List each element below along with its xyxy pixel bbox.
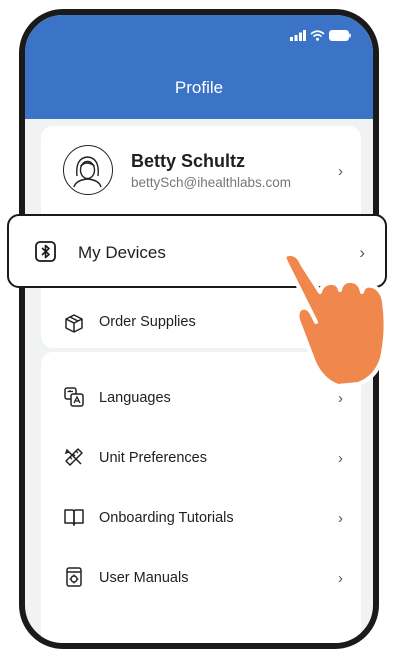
bluetooth-icon (35, 241, 56, 262)
menu-item-label: My Devices (78, 243, 166, 262)
pointing-hand-icon (282, 252, 388, 388)
menu-item-label: Languages (99, 390, 171, 406)
battery-icon (329, 30, 351, 41)
translate-icon (64, 387, 84, 407)
menu-item-unit-preferences[interactable]: Unit Preferences › (41, 430, 361, 485)
page-title: Profile (174, 78, 224, 97)
menu-item-user-manuals[interactable]: User Manuals › (41, 550, 361, 605)
signal-icon (290, 30, 306, 41)
profile-name: Betty Schultz (131, 151, 246, 171)
box-icon (65, 314, 83, 333)
chevron-right-icon: › (338, 450, 343, 467)
ruler-pencil-icon (64, 448, 83, 466)
app-header: Profile (25, 15, 373, 119)
profile-row[interactable]: Betty Schultz bettySch@ihealthlabs.com › (41, 126, 361, 216)
book-icon (64, 509, 84, 526)
menu-item-onboarding-tutorials[interactable]: Onboarding Tutorials › (41, 490, 361, 545)
chevron-right-icon: › (338, 570, 343, 587)
menu-item-label: User Manuals (99, 570, 189, 586)
wifi-icon (310, 30, 325, 41)
menu-item-label: Unit Preferences (99, 450, 207, 466)
manual-icon (66, 567, 82, 587)
chevron-right-icon: › (338, 390, 343, 407)
chevron-right-icon: › (338, 163, 343, 180)
status-bar (290, 30, 351, 41)
menu-item-label: Order Supplies (99, 314, 196, 330)
profile-email: bettySch@ihealthlabs.com (131, 175, 292, 190)
menu-item-label: Onboarding Tutorials (99, 510, 234, 526)
settings-card: Languages › Unit Preferences › Onboardin… (41, 352, 361, 643)
avatar (63, 145, 113, 195)
user-avatar-icon (73, 156, 102, 188)
chevron-right-icon: › (338, 510, 343, 527)
